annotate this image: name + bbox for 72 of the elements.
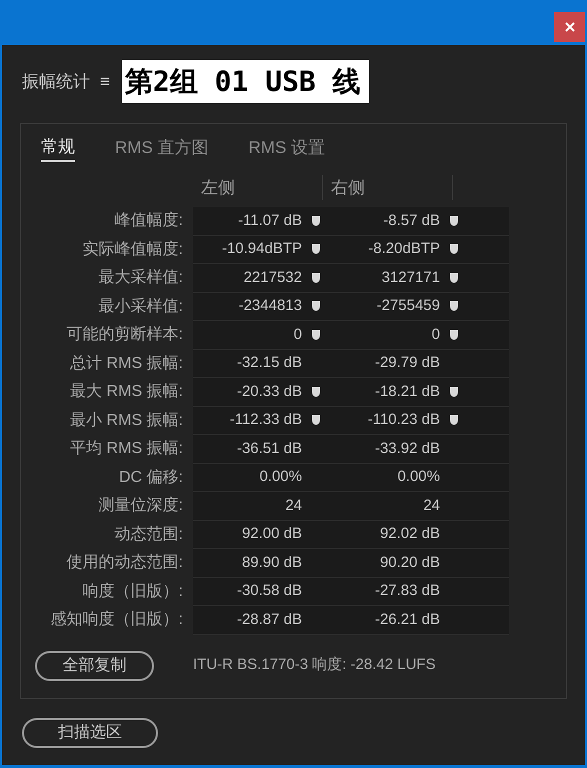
row-label: 总计 RMS 振幅: — [69, 354, 184, 374]
close-icon — [564, 22, 574, 32]
marker-icon[interactable] — [311, 328, 321, 341]
table-cell-text: -36.51 dB — [236, 438, 302, 458]
table-cell-text: -29.79 dB — [374, 353, 440, 373]
table-cell-text: -8.57 dB — [383, 210, 440, 230]
table-cell-text: -27.83 dB — [374, 581, 440, 601]
table-cell-text: 2217532 — [244, 268, 302, 288]
marker-icon[interactable] — [449, 272, 459, 284]
column-header: 左侧 — [193, 174, 323, 200]
table-cell-text: 24 — [285, 496, 302, 516]
table-cell-text: -30.58 dB — [236, 581, 302, 601]
marker-icon[interactable] — [311, 414, 321, 426]
table-cell-text: -32.15 dB — [236, 353, 302, 373]
table-cell-text: -11.07 dB — [238, 210, 302, 230]
row-label: 动态范围: — [114, 524, 184, 545]
table-cell-text: -110.23 dB — [368, 410, 440, 430]
table-cell-text: 0 — [432, 324, 440, 344]
marker-icon[interactable] — [311, 243, 321, 256]
marker-icon[interactable] — [311, 272, 321, 284]
menu-button[interactable]: ≡ — [100, 68, 110, 94]
table-cell-text: -26.21 dB — [374, 610, 440, 630]
table-cell-text: 89.90 dB — [242, 552, 302, 572]
table-cell-text: 92.02 dB — [380, 524, 440, 544]
table-cell-text: -8.20dBTP — [368, 239, 440, 259]
table-cell-text: 92.00 dB — [242, 524, 302, 544]
panel-title: 振幅统计 — [22, 70, 90, 93]
loudness-text: ITU-R BS.1770-3 响度: -28.42 LUFS — [193, 655, 436, 676]
row-label: 最大采样值: — [98, 268, 184, 288]
row-label: 最小采样值: — [98, 296, 184, 317]
row-label: 使用的动态范围: — [66, 552, 184, 574]
table-cell-text: -112.33 dB — [230, 410, 302, 430]
row-label: 可能的剪断样本: — [66, 324, 184, 346]
marker-icon[interactable] — [311, 386, 321, 398]
marker-icon[interactable] — [449, 300, 459, 312]
marker-icon[interactable] — [311, 214, 321, 227]
table-cell-text: -20.33 dB — [236, 382, 302, 402]
table-cell-text: -10.94dBTP — [222, 239, 302, 259]
row-label: 峰值幅度: — [114, 210, 184, 232]
tab[interactable]: RMS 设置 — [248, 134, 325, 162]
column-header: 右侧 — [323, 174, 453, 200]
scan-selection-button[interactable]: 扫描选区 — [22, 718, 158, 748]
tab[interactable]: 常规 — [41, 134, 75, 162]
row-label: 感知响度（旧版）: — [50, 610, 184, 630]
marker-icon[interactable] — [449, 386, 459, 398]
table-cell-text: -2344813 — [238, 296, 302, 316]
table-cell-text: -2755459 — [376, 296, 440, 316]
row-label: 实际峰值幅度: — [82, 240, 184, 260]
row-label: DC 偏移: — [118, 468, 184, 488]
table-cell-text: 24 — [423, 496, 440, 516]
table-cell-text: 0.00% — [397, 467, 440, 487]
marker-icon[interactable] — [449, 243, 459, 256]
file-name: 第2组 01 USB 线 — [122, 60, 369, 103]
table-cell-text: 3127171 — [382, 268, 440, 288]
row-label: 最大 RMS 振幅: — [69, 382, 184, 402]
row-label: 平均 RMS 振幅: — [69, 439, 184, 460]
copy-all-button[interactable]: 全部复制 — [35, 650, 154, 680]
tab[interactable]: RMS 直方图 — [115, 134, 208, 162]
close-button[interactable] — [554, 12, 585, 42]
marker-icon[interactable] — [449, 214, 459, 227]
table-cell-text: -28.87 dB — [236, 610, 302, 630]
row-label: 最小 RMS 振幅: — [69, 410, 184, 431]
table-cell-text: 0.00% — [259, 467, 302, 487]
table-cell-text: -33.92 dB — [374, 438, 440, 458]
row-label: 响度（旧版）: — [82, 582, 184, 602]
marker-icon[interactable] — [311, 300, 321, 312]
table-cell-text: 90.20 dB — [380, 552, 440, 572]
marker-icon[interactable] — [449, 414, 459, 426]
marker-icon[interactable] — [449, 328, 459, 341]
table-cell-text: -18.21 dB — [374, 382, 440, 402]
row-label: 测量位深度: — [98, 496, 184, 516]
table-cell-text: 0 — [294, 324, 302, 344]
